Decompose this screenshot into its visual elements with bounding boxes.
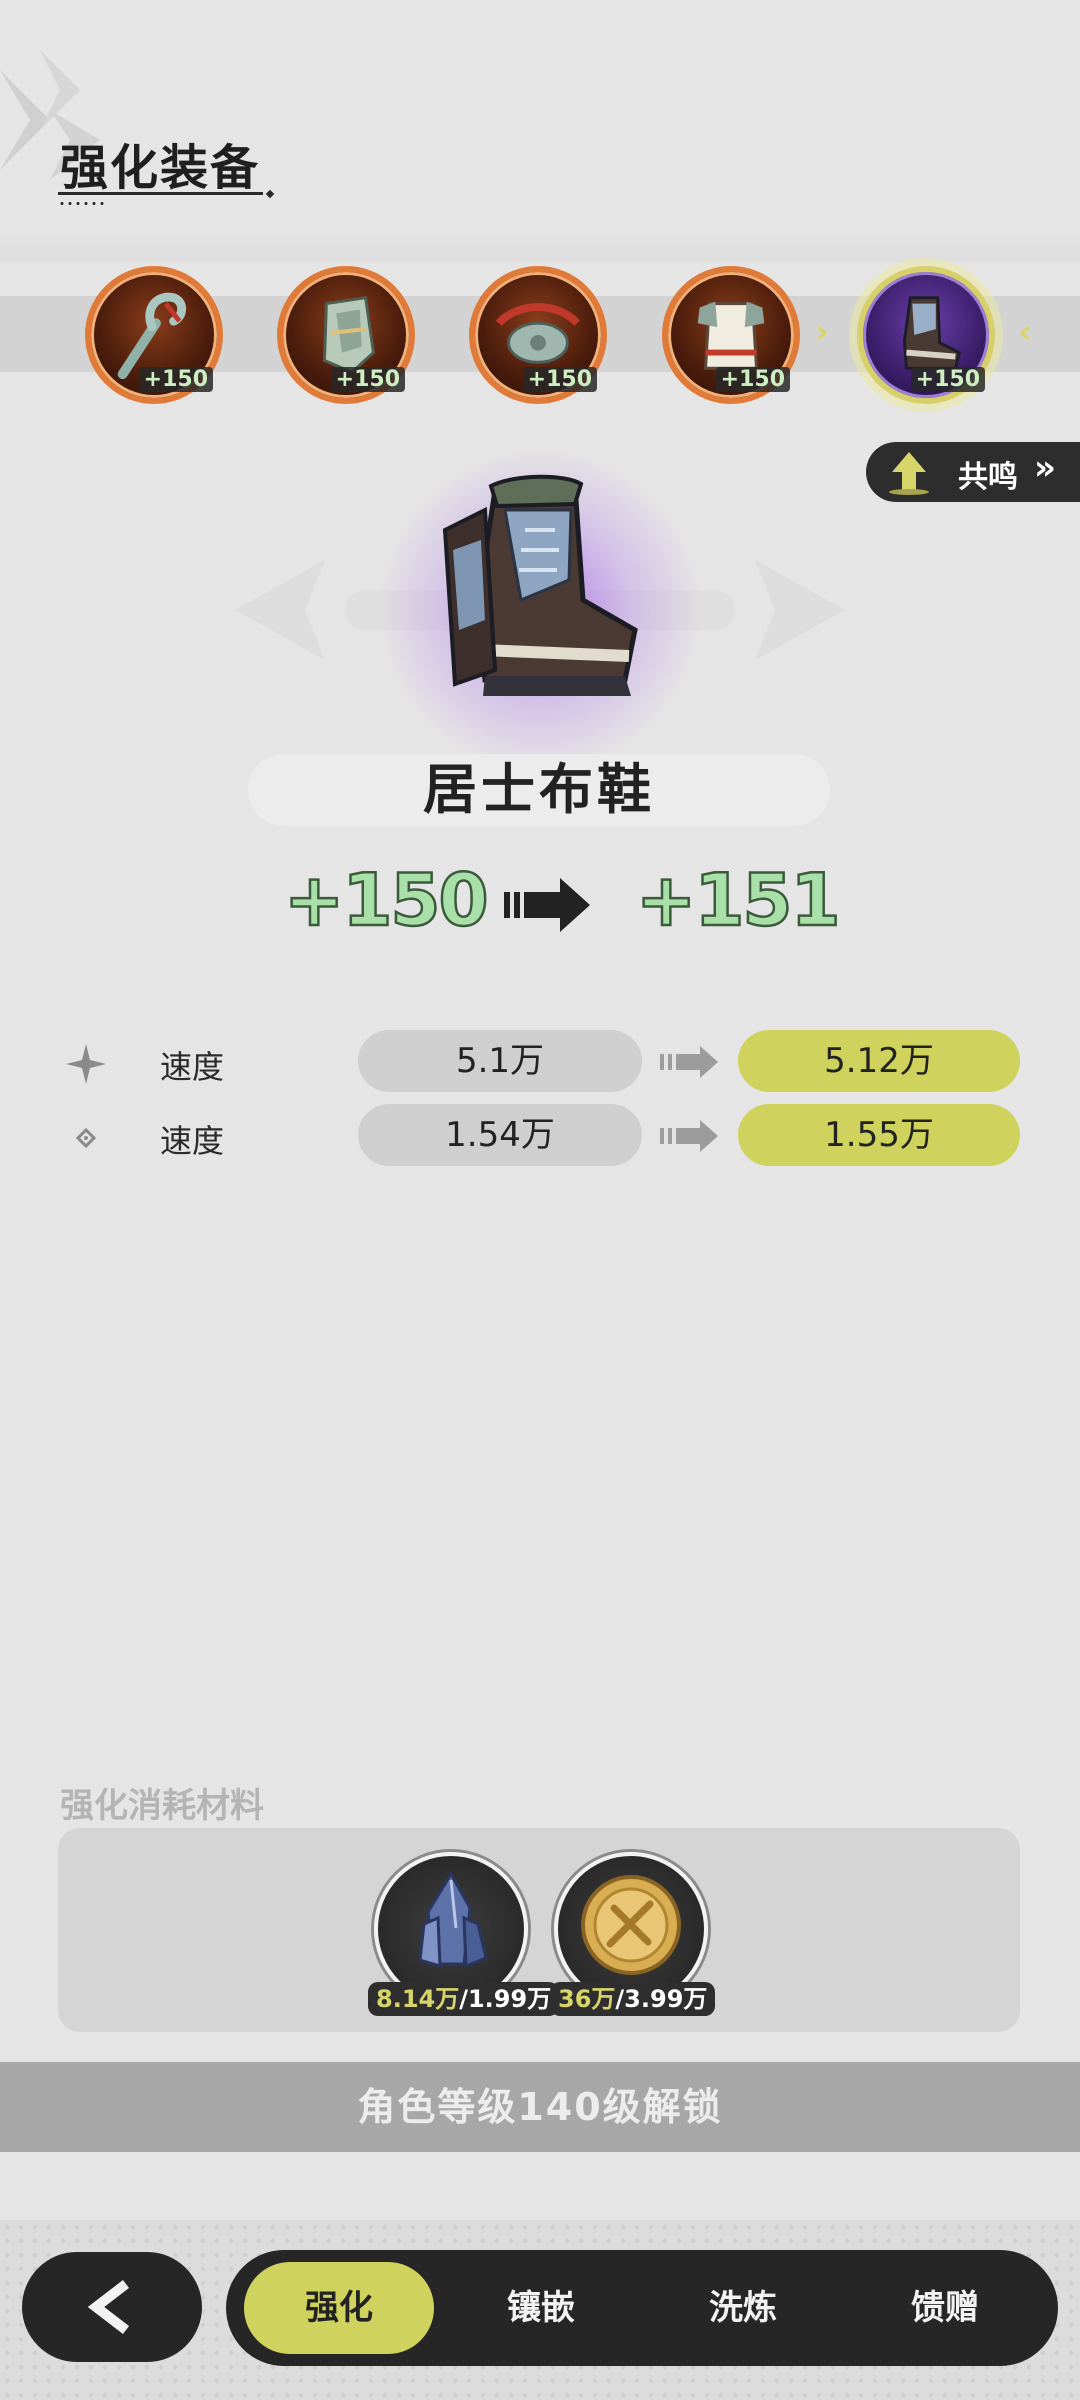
resonance-arrow-up-icon [889, 452, 929, 495]
tab-gift[interactable]: 馈赠 [850, 2262, 1040, 2354]
crystal-icon [418, 1871, 488, 1969]
double-chevron-right-icon: » [1034, 448, 1056, 488]
next-level: +151 [635, 857, 842, 944]
stat-current-value: 5.1万 [358, 1030, 642, 1092]
diamond-icon [75, 1127, 97, 1149]
stat-label: 速度 [160, 1122, 225, 1160]
resonance-label: 共鸣 [958, 460, 1018, 495]
stat-next-value: 1.55万 [738, 1104, 1020, 1166]
stat-row: 速度 1.54万 1.55万 [0, 1104, 1080, 1166]
material-count: 8.14万/1.99万 [368, 1982, 560, 2016]
sparkle-icon [66, 1044, 106, 1084]
equipment-slot-belt[interactable]: +150 [469, 266, 607, 404]
slot-level: +150 [522, 367, 597, 392]
unlock-message: 角色等级140级解锁 [0, 2062, 1080, 2152]
boots-item-image [442, 474, 638, 696]
chevron-left-icon [87, 2280, 130, 2334]
stat-label: 速度 [160, 1048, 225, 1086]
resonance-button[interactable]: 共鸣 » [866, 442, 1080, 502]
stat-row: 速度 5.1万 5.12万 [0, 1030, 1080, 1092]
selection-arrow-left-icon: › [815, 312, 830, 352]
tab-inlay[interactable]: 镶嵌 [446, 2262, 636, 2354]
divider [0, 232, 1080, 262]
item-name: 居士布鞋 [248, 754, 830, 826]
equipment-slot-helmet[interactable]: +150 [277, 266, 415, 404]
back-button[interactable] [22, 2252, 202, 2362]
slot-level: +150 [910, 367, 985, 392]
gold-coin-icon [581, 1875, 681, 1975]
title-underline [58, 189, 275, 199]
slot-level: +150 [330, 367, 405, 392]
title-dots [58, 202, 106, 205]
tab-refine[interactable]: 洗炼 [648, 2262, 838, 2354]
material-count: 36万/3.99万 [550, 1982, 716, 2016]
stat-next-value: 5.12万 [738, 1030, 1020, 1092]
tab-enhance[interactable]: 强化 [244, 2262, 434, 2354]
equipment-slot-staff[interactable]: +150 [85, 266, 223, 404]
equipment-slot-armor[interactable]: +150 [662, 266, 800, 404]
materials-title: 强化消耗材料 [60, 1786, 264, 1826]
equipment-slot-boots[interactable]: +150 [857, 266, 995, 404]
slot-level: +150 [138, 367, 213, 392]
current-level: +150 [283, 857, 490, 944]
arrow-right-icon [660, 1120, 718, 1152]
page-title: 强化装备 [60, 140, 261, 196]
arrow-right-icon [504, 878, 590, 932]
selection-arrow-right-icon: ‹ [1018, 312, 1033, 352]
slot-level: +150 [715, 367, 790, 392]
arrow-right-icon [660, 1046, 718, 1078]
stat-current-value: 1.54万 [358, 1104, 642, 1166]
